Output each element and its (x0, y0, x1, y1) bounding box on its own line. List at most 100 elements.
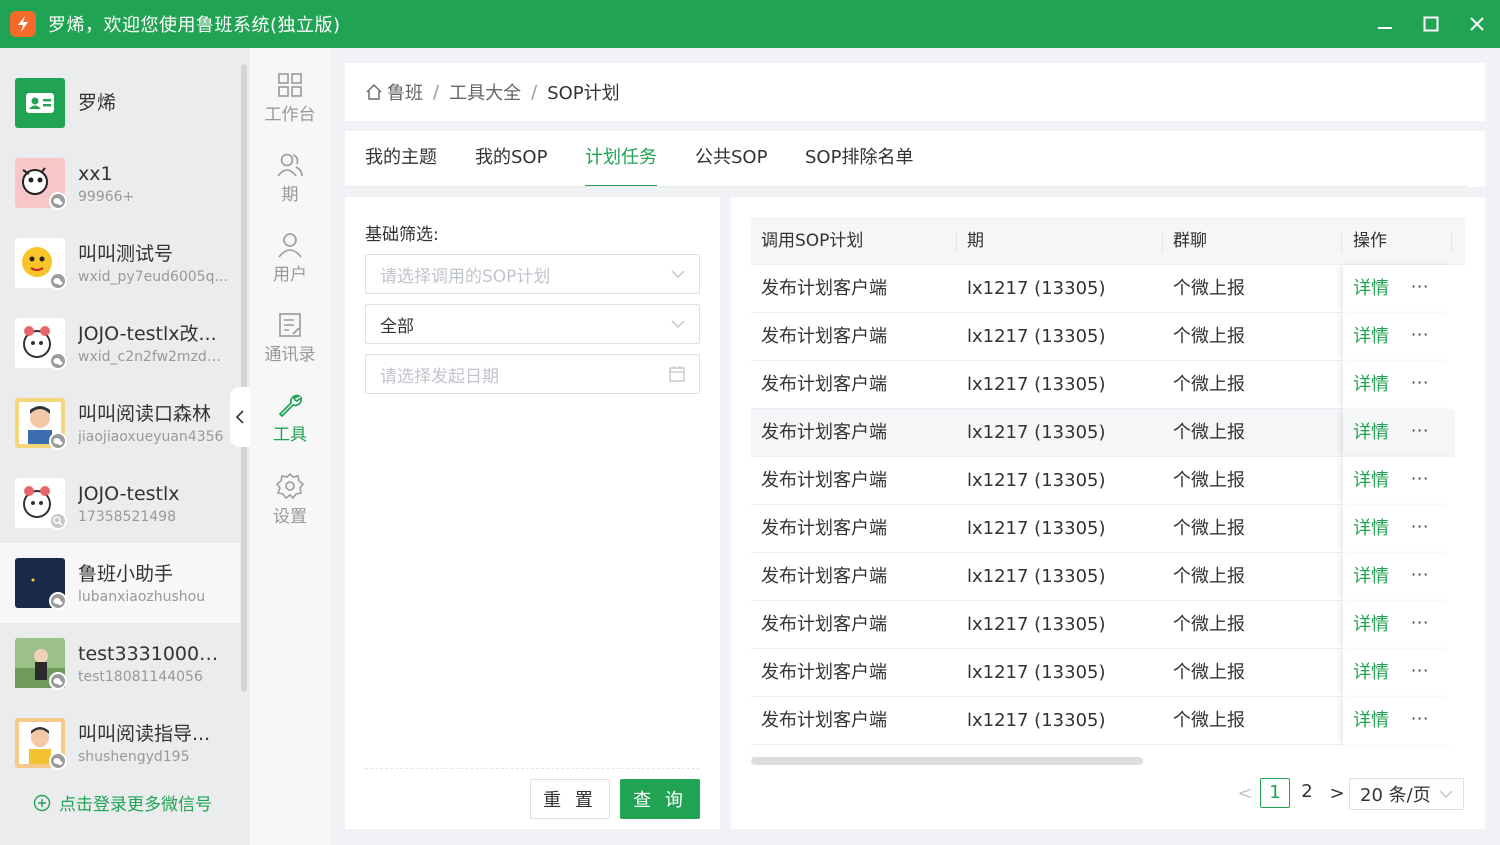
more-actions-icon[interactable]: ··· (1411, 697, 1429, 741)
collapse-sidebar-button[interactable] (230, 387, 250, 447)
account-item[interactable]: 叫叫阅读口森林 jiaojiaoxueyuan4356 (0, 383, 240, 463)
detail-link[interactable]: 详情 (1353, 313, 1389, 361)
maximize-button[interactable] (1408, 0, 1454, 48)
cell-period: lx1217 (13305) (967, 614, 1106, 635)
reset-button[interactable]: 重 置 (530, 779, 610, 819)
more-actions-icon[interactable]: ··· (1411, 457, 1429, 501)
account-item[interactable]: 叫叫阅读指导... shushengyd195 (0, 703, 240, 783)
cell-plan: 发布计划客户端 (761, 326, 887, 347)
avatar (15, 238, 67, 290)
more-actions-icon[interactable]: ··· (1411, 313, 1429, 357)
tab-my-topics[interactable]: 我的主题 (365, 131, 437, 187)
cell-period: lx1217 (13305) (967, 566, 1106, 587)
nav-label: 工作台 (264, 105, 316, 125)
table-horizontal-scrollbar[interactable] (751, 757, 1143, 765)
date-placeholder: 请选择发起日期 (380, 366, 499, 387)
account-item-selected[interactable]: 鲁班小助手 lubanxiaozhushou (0, 543, 240, 623)
grid-icon (278, 73, 302, 97)
tab-plan-tasks[interactable]: 计划任务 (585, 131, 657, 187)
nav-label: 期 (281, 185, 299, 205)
page-1-button[interactable]: 1 (1260, 778, 1290, 808)
detail-link[interactable]: 详情 (1353, 601, 1389, 649)
cell-actions: 详情 ··· (1343, 505, 1455, 553)
detail-link[interactable]: 详情 (1353, 649, 1389, 697)
account-item[interactable]: JOJO-testlx 17358521498 (0, 463, 240, 543)
detail-link[interactable]: 详情 (1353, 505, 1389, 553)
wechat-badge-icon (49, 672, 67, 690)
account-name: test33310000... (78, 643, 228, 665)
prev-page-button[interactable]: < (1231, 783, 1259, 804)
account-name: 鲁班小助手 (78, 563, 174, 585)
account-name: JOJO-testlx改... (78, 323, 217, 345)
start-date-picker[interactable]: 请选择发起日期 (365, 354, 700, 394)
more-actions-icon[interactable]: ··· (1411, 265, 1429, 309)
nav-item-settings[interactable]: 设置 (250, 472, 330, 552)
cell-group: 个微上报 (1173, 614, 1245, 635)
wechat-badge-icon (49, 432, 67, 450)
breadcrumb-tools[interactable]: 工具大全 (449, 79, 521, 105)
table-row: 发布计划客户端 lx1217 (13305) 个微上报 详情 ··· (751, 313, 1455, 361)
login-more-button[interactable]: 点击登录更多微信号 (33, 790, 212, 815)
nav-item-contacts[interactable]: 通讯录 (250, 312, 330, 392)
nav-item-period[interactable]: 期 (250, 152, 330, 232)
tab-sop-exclusion-list[interactable]: SOP排除名单 (805, 131, 913, 187)
next-page-button[interactable]: > (1323, 783, 1351, 804)
cell-group: 个微上报 (1173, 422, 1245, 443)
breadcrumb: 鲁班 / 工具大全 / SOP计划 (345, 63, 1485, 121)
more-actions-icon[interactable]: ··· (1411, 649, 1429, 693)
chevron-down-icon (1439, 790, 1453, 798)
page-2-button[interactable]: 2 (1292, 778, 1322, 808)
account-item[interactable]: test33310000... test18081144056 (0, 623, 240, 703)
tab-public-sop[interactable]: 公共SOP (695, 131, 767, 187)
cell-actions: 详情 ··· (1343, 361, 1455, 409)
wechat-badge-icon (49, 752, 67, 770)
account-item[interactable]: JOJO-testlx改... wxid_c2n2fw2mzd0... (0, 303, 240, 383)
search-badge-icon (49, 512, 67, 530)
cell-period: lx1217 (13305) (967, 326, 1106, 347)
table-row: 发布计划客户端 lx1217 (13305) 个微上报 详情 ··· (751, 601, 1455, 649)
detail-link[interactable]: 详情 (1353, 409, 1389, 457)
detail-link[interactable]: 详情 (1353, 553, 1389, 601)
account-name: JOJO-testlx (78, 483, 180, 505)
cell-group: 个微上报 (1173, 710, 1245, 731)
more-actions-icon[interactable]: ··· (1411, 505, 1429, 549)
account-list-scrollbar[interactable] (241, 64, 247, 692)
nav-item-tools[interactable]: 工具 (250, 392, 330, 472)
close-icon (1470, 17, 1484, 31)
page-size-select[interactable]: 20 条/页 (1349, 778, 1464, 810)
wechat-badge-icon (49, 592, 67, 610)
more-actions-icon[interactable]: ··· (1411, 553, 1429, 597)
account-item-self[interactable]: 罗烯 (0, 63, 240, 143)
filter-panel: 基础筛选: 请选择调用的SOP计划 全部 请选择发起日期 重 置 查 询 (345, 197, 720, 829)
window-title: 罗烯，欢迎您使用鲁班系统(独立版) (48, 15, 341, 36)
nav-item-workbench[interactable]: 工作台 (250, 72, 330, 152)
cell-group: 个微上报 (1173, 518, 1245, 539)
more-actions-icon[interactable]: ··· (1411, 409, 1429, 453)
detail-link[interactable]: 详情 (1353, 457, 1389, 505)
account-item[interactable]: xx1 99966+ (0, 143, 240, 223)
nav-item-user[interactable]: 用户 (250, 232, 330, 312)
chevron-down-icon (671, 320, 685, 328)
main-nav: 工作台 期 用户 通讯录 工具 设置 (250, 48, 330, 845)
chevron-down-icon (671, 270, 685, 278)
breadcrumb-home[interactable]: 鲁班 (387, 79, 423, 105)
cell-plan: 发布计划客户端 (761, 662, 887, 683)
detail-link[interactable]: 详情 (1353, 361, 1389, 409)
sop-plan-select[interactable]: 请选择调用的SOP计划 (365, 254, 700, 294)
detail-link[interactable]: 详情 (1353, 697, 1389, 745)
login-more-label: 点击登录更多微信号 (59, 795, 212, 815)
tab-my-sop[interactable]: 我的SOP (475, 131, 547, 187)
cell-period: lx1217 (13305) (967, 518, 1106, 539)
more-actions-icon[interactable]: ··· (1411, 601, 1429, 645)
minimize-icon (1378, 27, 1392, 29)
breadcrumb-separator: / (433, 81, 440, 103)
filter-title: 基础筛选: (365, 225, 439, 245)
detail-link[interactable]: 详情 (1353, 265, 1389, 313)
search-button[interactable]: 查 询 (620, 779, 700, 819)
minimize-button[interactable] (1362, 0, 1408, 48)
more-actions-icon[interactable]: ··· (1411, 361, 1429, 405)
status-select[interactable]: 全部 (365, 304, 700, 344)
avatar (15, 398, 67, 450)
close-button[interactable] (1454, 0, 1500, 48)
account-item[interactable]: 叫叫测试号 wxid_py7eud6005q... (0, 223, 240, 303)
